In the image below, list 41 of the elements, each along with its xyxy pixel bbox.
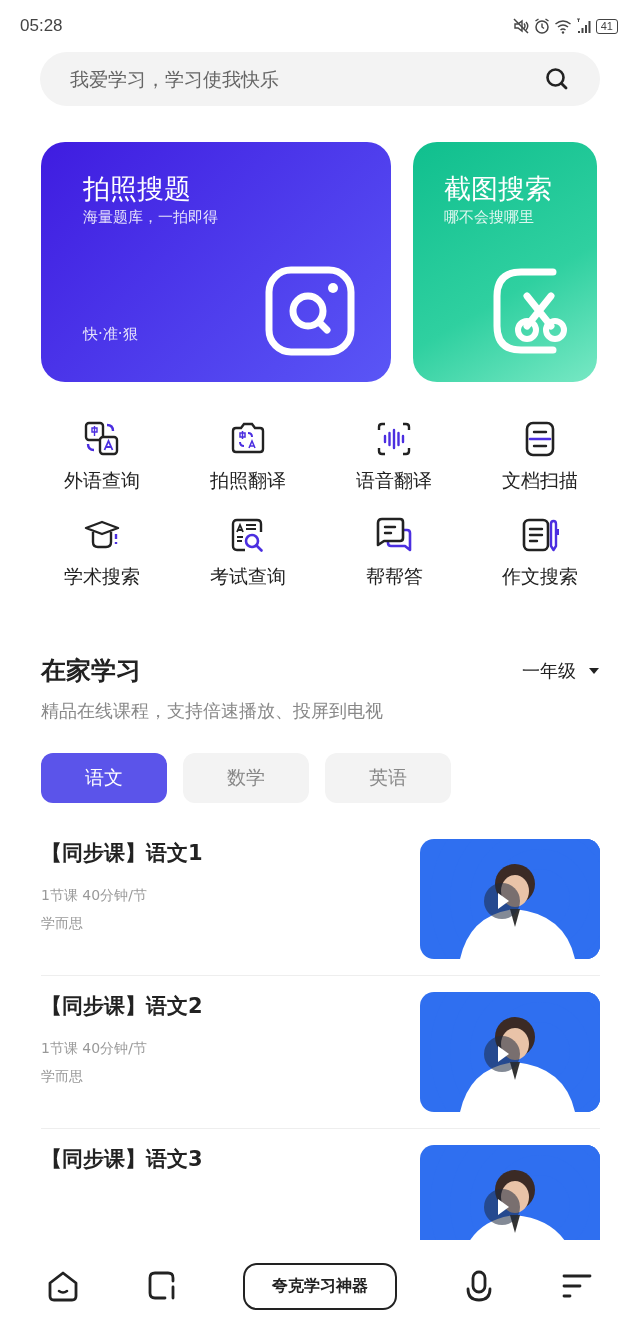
clock-time: 05:28 xyxy=(20,16,63,36)
notes-pen-icon[interactable] xyxy=(521,516,559,554)
course-meta: 1节课 40分钟/节 xyxy=(41,1039,148,1058)
chat-bubbles-icon[interactable] xyxy=(375,516,413,554)
search-icon[interactable] xyxy=(544,66,570,92)
section-subtitle: 精品在线课程，支持倍速播放、投屏到电视 xyxy=(41,699,384,723)
caret-icon xyxy=(588,666,600,675)
grade-dropdown[interactable]: 一年级 xyxy=(522,658,600,683)
tool-label[interactable]: 外语查询 xyxy=(64,468,140,494)
tool-label[interactable]: 帮帮答 xyxy=(365,564,423,590)
course-title[interactable]: 【同步课】语文2 xyxy=(41,992,203,1020)
course-title[interactable]: 【同步课】语文1 xyxy=(41,839,203,867)
tool-label[interactable]: 考试查询 xyxy=(210,564,286,590)
tool-label[interactable]: 拍照翻译 xyxy=(210,468,286,494)
tool-label[interactable]: 语音翻译 xyxy=(356,468,432,494)
translate-icon[interactable] xyxy=(83,420,121,458)
course-provider: 学而思 xyxy=(41,914,84,933)
study-tool-button[interactable]: 夸克学习神器 xyxy=(243,1262,397,1310)
section-title: 在家学习 xyxy=(41,655,141,687)
wifi-icon xyxy=(553,17,572,35)
tool-label[interactable]: 文档扫描 xyxy=(502,468,578,494)
card-title: 截图搜索 xyxy=(444,172,553,206)
card-title: 拍照搜题 xyxy=(83,172,192,206)
card-tagline: 快·准·狠 xyxy=(83,325,138,344)
feature-card[interactable]: 拍照搜题 海量题库，一拍即得 快·准·狠 xyxy=(41,142,391,382)
card-subtitle: 海量题库，一拍即得 xyxy=(83,208,219,227)
tool-label[interactable]: 学术搜索 xyxy=(64,564,140,590)
subject-tab[interactable]: 语文 xyxy=(41,753,167,803)
tool-label[interactable]: 作文搜索 xyxy=(502,564,578,590)
alarm-icon xyxy=(532,17,551,35)
home-icon[interactable] xyxy=(46,1269,80,1303)
card-subtitle: 哪不会搜哪里 xyxy=(444,208,535,227)
search-field[interactable]: 我爱学习，学习使我快乐 xyxy=(40,52,600,106)
signal-icon xyxy=(574,17,593,35)
course-title[interactable]: 【同步课】语文3 xyxy=(41,1145,203,1173)
course-meta: 1节课 40分钟/节 xyxy=(41,886,148,905)
course-provider: 学而思 xyxy=(41,1067,84,1086)
battery-level: 41 xyxy=(595,18,618,34)
voice-wave-icon[interactable] xyxy=(375,420,413,458)
mute-icon xyxy=(511,17,530,35)
camera-search-icon xyxy=(265,266,355,356)
